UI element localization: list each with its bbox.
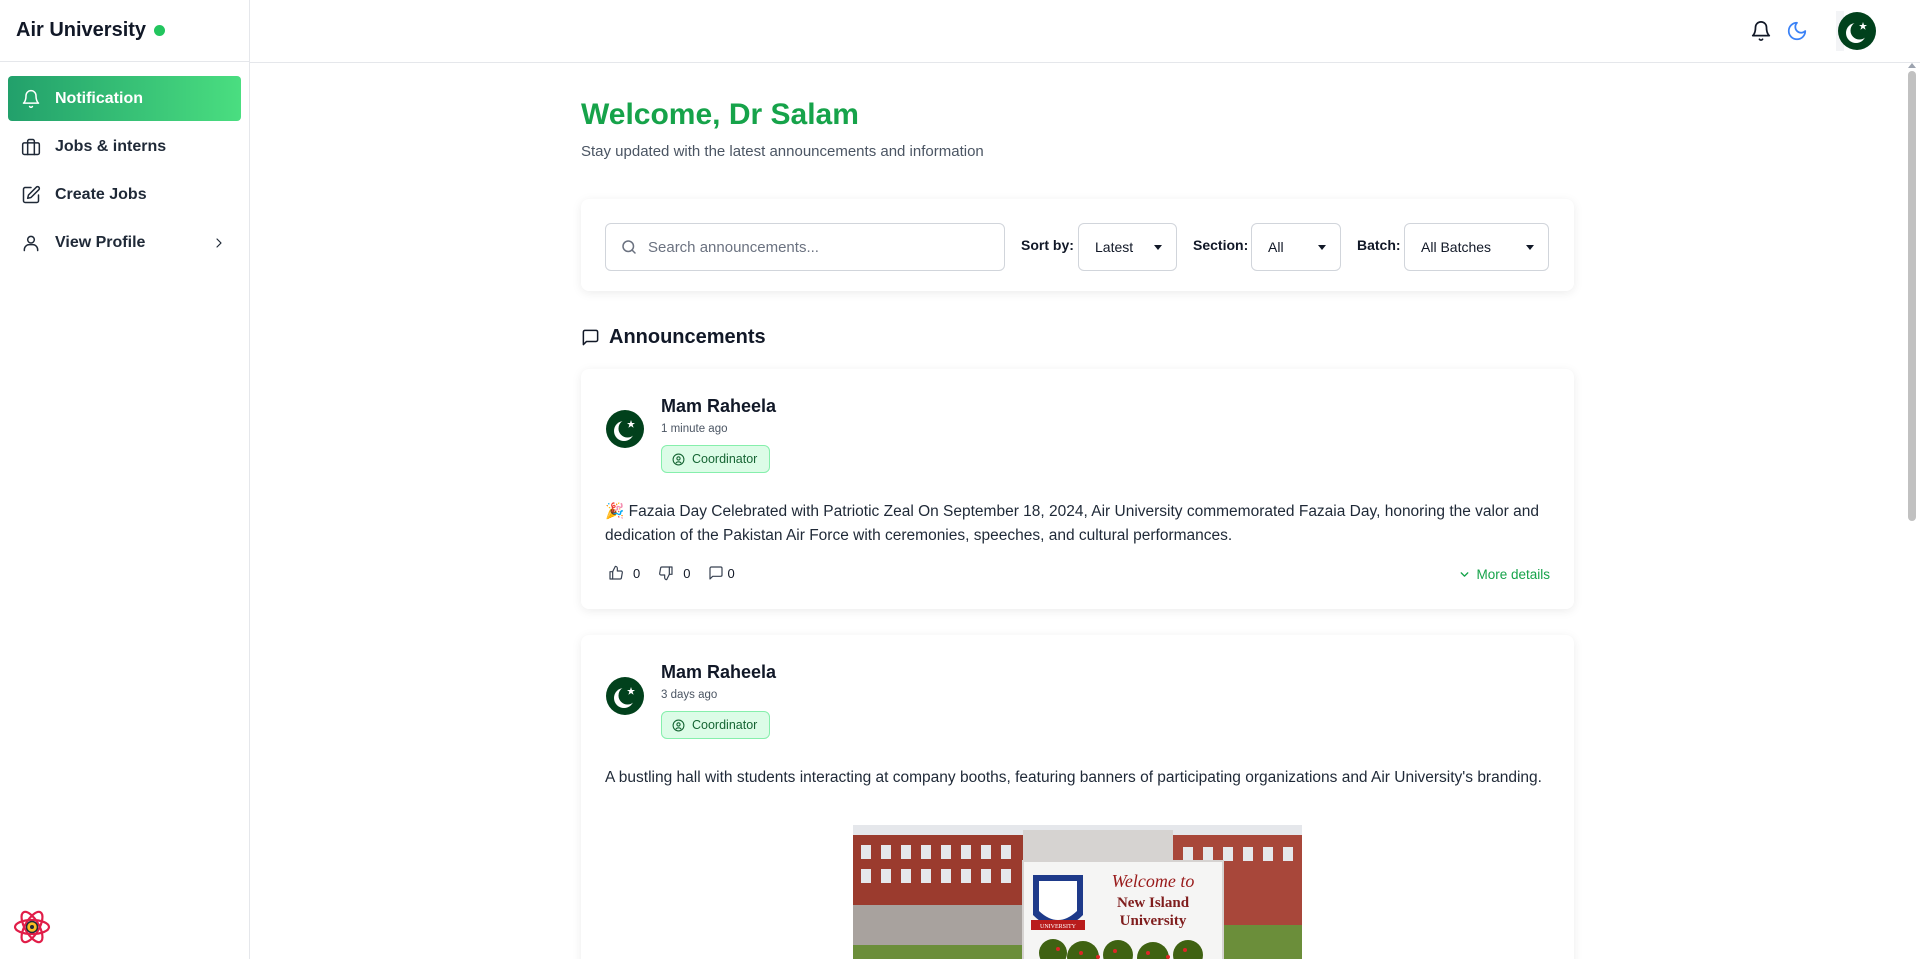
author-name: Mam Raheela: [661, 396, 777, 416]
role-label: Coordinator: [692, 452, 758, 466]
scroll-up-icon[interactable]: [1908, 63, 1916, 68]
seal-text: UNIVERSITY: [1040, 924, 1077, 930]
user-icon: [23, 235, 39, 251]
university-seal: UNIVERSITY: [1031, 875, 1085, 930]
avatar[interactable]: [1836, 11, 1876, 51]
post-image: UNIVERSITY Welcome to New Island Univers…: [853, 825, 1302, 959]
announcement-card: Mam Raheela 1 minute ago Coordinator 🎉 F…: [581, 369, 1574, 609]
user-circle-icon: [672, 453, 685, 465]
post-time: 3 days ago: [661, 689, 718, 701]
notification-bell-icon[interactable]: [1750, 20, 1772, 42]
bell-icon: [22, 89, 40, 108]
sidebar-item-notification[interactable]: Notification: [8, 76, 241, 121]
thumbs-up-icon: [609, 565, 623, 580]
search-icon: [622, 240, 636, 254]
caret-down-icon: [1318, 245, 1326, 250]
react-devtools-icon[interactable]: [12, 907, 52, 947]
comment-icon: [709, 566, 724, 580]
status-dot: [154, 25, 166, 36]
announcements-title: Announcements: [609, 326, 766, 348]
announcement-card: Mam Raheela 3 days ago Coordinator A bus…: [581, 635, 1574, 959]
sidebar: Air University Notification Jobs & inter…: [0, 0, 250, 959]
like-count: 0: [633, 565, 641, 581]
page-subtitle: Stay updated with the latest announcemen…: [581, 143, 984, 160]
search-input[interactable]: [648, 238, 988, 256]
role-badge: Coordinator: [661, 711, 771, 739]
announcements-heading: Announcements: [581, 326, 766, 349]
search-box[interactable]: [605, 223, 1005, 271]
sidebar-nav: Notification Jobs & interns Create Jobs …: [0, 62, 249, 282]
sort-label: Sort by:: [1021, 237, 1074, 253]
sidebar-item-label: View Profile: [55, 233, 146, 251]
comment-count: 0: [727, 565, 735, 581]
message-square-icon: [582, 329, 599, 346]
topbar: [250, 0, 1920, 63]
image-text-line1: Welcome to: [1112, 871, 1195, 891]
avatar: [606, 677, 644, 715]
section-select[interactable]: All: [1251, 223, 1341, 271]
section-label: Section:: [1193, 237, 1249, 253]
caret-down-icon: [1526, 245, 1534, 250]
post-content: A bustling hall with students interactin…: [605, 769, 1542, 786]
post-time: 1 minute ago: [661, 423, 728, 435]
sidebar-item-label: Create Jobs: [55, 185, 147, 203]
image-text-line2: New Island: [1117, 895, 1190, 911]
dislike-button[interactable]: 0: [658, 565, 690, 581]
scrollbar-thumb[interactable]: [1908, 71, 1916, 521]
main-content: Welcome, Dr Salam Stay updated with the …: [581, 63, 1574, 959]
section-value: All: [1268, 239, 1284, 255]
dislike-count: 0: [683, 565, 691, 581]
batch-select[interactable]: All Batches: [1404, 223, 1549, 271]
avatar: [606, 410, 644, 448]
image-text-line3: University: [1120, 913, 1187, 929]
briefcase-icon: [21, 138, 41, 155]
more-details-button[interactable]: More details: [1458, 567, 1550, 582]
filter-bar: Sort by: Latest Section: All Batch: All …: [581, 199, 1574, 291]
more-details-label: More details: [1476, 567, 1550, 582]
sort-select[interactable]: Latest: [1078, 223, 1177, 271]
brand-name: Air University: [16, 19, 147, 41]
post-actions: 0 0 0: [608, 565, 753, 581]
chevron-right-icon: [216, 237, 222, 248]
role-badge: Coordinator: [661, 445, 771, 473]
sidebar-item-jobs-interns[interactable]: Jobs & interns: [8, 124, 241, 169]
author-name: Mam Raheela: [661, 662, 777, 682]
role-label: Coordinator: [692, 718, 758, 732]
comment-button[interactable]: 0: [708, 565, 735, 581]
scrollbar[interactable]: [1904, 63, 1920, 959]
post-content: 🎉 Fazaia Day Celebrated with Patriotic Z…: [605, 503, 1539, 544]
edit-icon: [22, 185, 41, 203]
sidebar-item-label: Jobs & interns: [55, 137, 167, 155]
sidebar-item-label: Notification: [55, 89, 143, 107]
sidebar-item-create-jobs[interactable]: Create Jobs: [8, 172, 241, 217]
moon-icon[interactable]: [1786, 20, 1808, 42]
batch-label: Batch:: [1357, 237, 1401, 253]
caret-down-icon: [1154, 245, 1162, 250]
like-button[interactable]: 0: [608, 565, 640, 581]
brand: Air University: [0, 0, 249, 62]
thumbs-down-icon: [659, 566, 673, 581]
sidebar-item-view-profile[interactable]: View Profile: [8, 220, 241, 265]
chevron-down-icon: [1461, 572, 1469, 577]
batch-value: All Batches: [1421, 239, 1492, 255]
user-circle-icon: [672, 719, 685, 731]
sort-value: Latest: [1095, 239, 1134, 255]
page-title: Welcome, Dr Salam: [581, 98, 859, 131]
